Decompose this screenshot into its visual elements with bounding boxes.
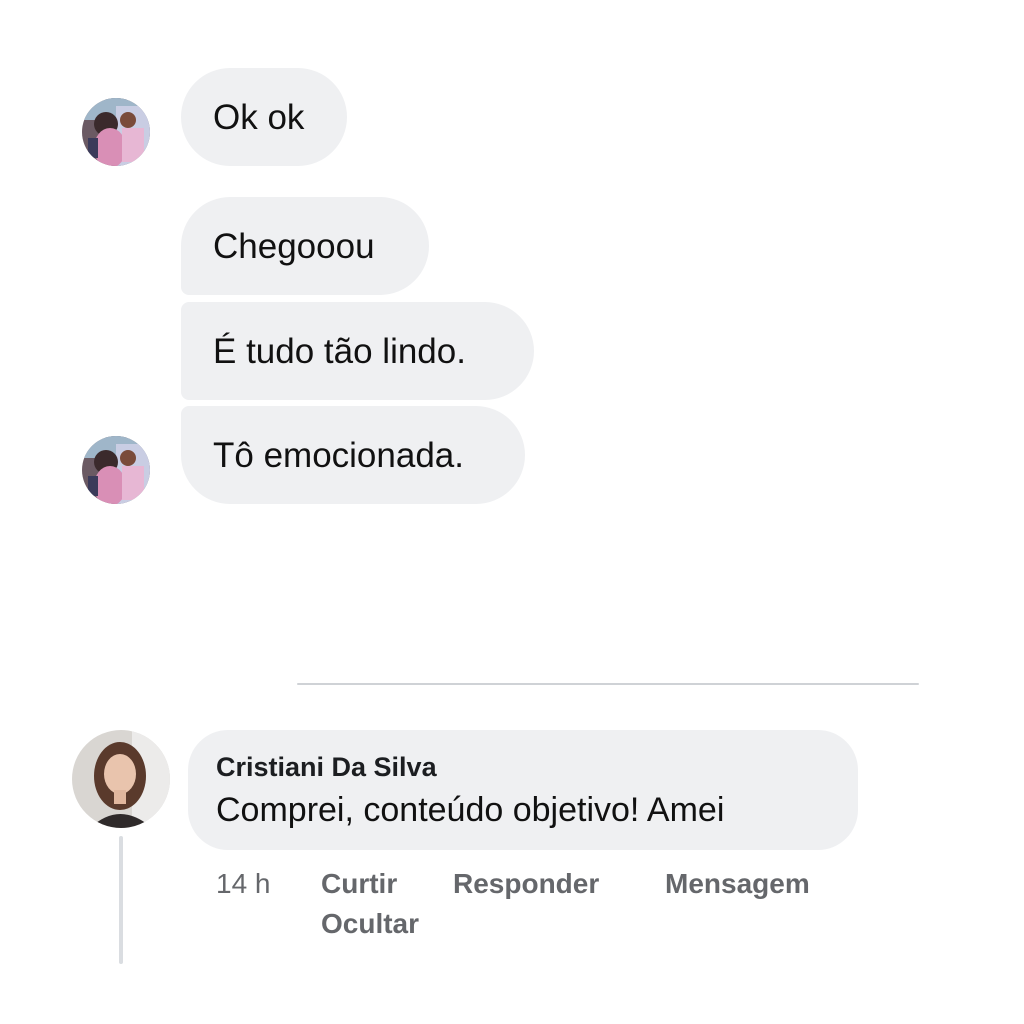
like-button[interactable]: Curtir: [321, 867, 397, 901]
section-divider: [297, 683, 919, 685]
thread-line: [119, 836, 123, 964]
message-button[interactable]: Mensagem: [665, 867, 810, 901]
hide-button[interactable]: Ocultar: [321, 907, 419, 941]
message-text: Chegooou: [213, 226, 375, 266]
commenter-avatar[interactable]: [72, 730, 170, 828]
message-text: É tudo tão lindo.: [213, 331, 466, 371]
sender-avatar[interactable]: [82, 98, 150, 166]
message-text: Tô emocionada.: [213, 435, 464, 475]
comment-text: Comprei, conteúdo objetivo! Amei: [216, 791, 725, 829]
message-text: Ok ok: [213, 97, 305, 137]
reply-button[interactable]: Responder: [453, 867, 599, 901]
chat-screen: Ok ok Chegooou É tudo tão lindo. Tô emoc…: [0, 0, 1024, 1024]
comment-author-name[interactable]: Cristiani Da Silva: [216, 750, 858, 784]
message-bubble[interactable]: É tudo tão lindo.: [181, 302, 534, 400]
message-bubble[interactable]: Tô emocionada.: [181, 406, 525, 504]
sender-avatar[interactable]: [82, 436, 150, 504]
message-bubble[interactable]: Ok ok: [181, 68, 347, 166]
comment-bubble[interactable]: Cristiani Da Silva Comprei, conteúdo obj…: [188, 730, 858, 850]
comment-timestamp[interactable]: 14 h: [216, 867, 271, 901]
message-bubble[interactable]: Chegooou: [181, 197, 429, 295]
